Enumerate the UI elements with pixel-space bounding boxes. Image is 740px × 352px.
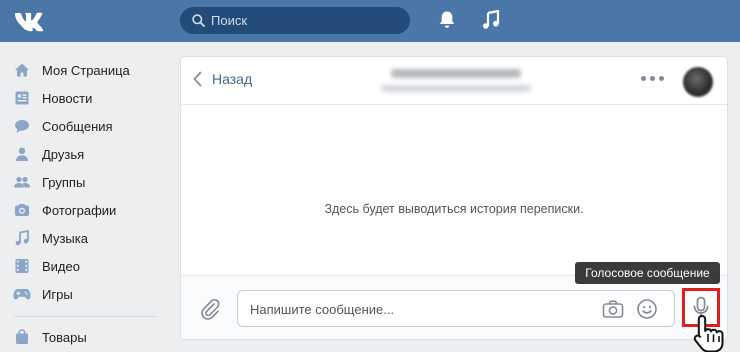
blurred-contact-status xyxy=(381,85,531,92)
message-input-placeholder: Напишите сообщение... xyxy=(250,302,395,317)
messages-icon xyxy=(13,117,31,135)
message-input[interactable]: Напишите сообщение... xyxy=(237,290,675,327)
camera-icon[interactable] xyxy=(602,299,624,319)
news-icon xyxy=(13,89,31,107)
bell-icon[interactable] xyxy=(438,10,456,30)
video-icon xyxy=(13,257,31,275)
sidebar-item-messages[interactable]: Сообщения xyxy=(10,112,170,140)
friend-icon xyxy=(13,145,31,163)
voice-message-tooltip: Голосовое сообщение xyxy=(575,262,720,284)
sidebar-item-label: Моя Страница xyxy=(42,62,130,78)
left-sidebar: Моя Страница Новости Сообщения Друзья Гр… xyxy=(10,56,170,351)
compose-bar: Напишите сообщение... xyxy=(181,275,727,339)
hand-pointer-icon xyxy=(693,315,724,352)
search-placeholder: Поиск xyxy=(211,13,248,28)
search-icon xyxy=(192,14,205,27)
sidebar-item-label: Новости xyxy=(42,90,93,106)
sidebar-item-label: Группы xyxy=(42,174,86,190)
sidebar-item-label: Товары xyxy=(42,329,87,345)
sidebar-item-photos[interactable]: Фотографии xyxy=(10,196,170,224)
sidebar-item-friends[interactable]: Друзья xyxy=(10,140,170,168)
sidebar-divider xyxy=(14,316,158,317)
back-label: Назад xyxy=(212,71,253,87)
gamepad-icon xyxy=(13,285,31,303)
sidebar-item-label: Видео xyxy=(42,258,80,274)
search-box[interactable]: Поиск xyxy=(180,7,410,34)
groups-icon xyxy=(13,173,31,191)
more-options-icon[interactable] xyxy=(641,76,664,81)
sidebar-item-music[interactable]: Музыка xyxy=(10,224,170,252)
blurred-contact-name[interactable] xyxy=(391,69,521,78)
sidebar-item-label: Музыка xyxy=(42,230,88,246)
sidebar-item-label: Фотографии xyxy=(42,202,117,218)
sidebar-item-label: Сообщения xyxy=(42,118,113,134)
sidebar-item-groups[interactable]: Группы xyxy=(10,168,170,196)
chat-header: Назад xyxy=(181,57,727,105)
music-icon xyxy=(13,229,31,247)
avatar[interactable] xyxy=(683,67,713,97)
smile-icon[interactable] xyxy=(636,298,658,320)
sidebar-item-my-page[interactable]: Моя Страница xyxy=(10,56,170,84)
music-icon[interactable] xyxy=(482,10,500,30)
empty-history-message: Здесь будет выводиться история переписки… xyxy=(324,202,584,216)
sidebar-item-video[interactable]: Видео xyxy=(10,252,170,280)
camera-icon xyxy=(13,201,31,219)
vk-logo-icon[interactable] xyxy=(12,8,48,34)
home-icon xyxy=(13,61,31,79)
paperclip-icon[interactable] xyxy=(199,298,221,320)
chevron-left-icon xyxy=(193,71,202,87)
sidebar-item-label: Друзья xyxy=(42,146,85,162)
bag-icon xyxy=(13,328,31,346)
chat-panel: Назад Здесь будет выводиться история пер… xyxy=(180,56,728,340)
sidebar-item-market[interactable]: Товары xyxy=(10,323,170,351)
sidebar-item-games[interactable]: Игры xyxy=(10,280,170,308)
top-bar: Поиск xyxy=(0,0,740,42)
sidebar-item-label: Игры xyxy=(42,286,73,302)
sidebar-item-news[interactable]: Новости xyxy=(10,84,170,112)
back-button[interactable]: Назад xyxy=(193,71,252,87)
